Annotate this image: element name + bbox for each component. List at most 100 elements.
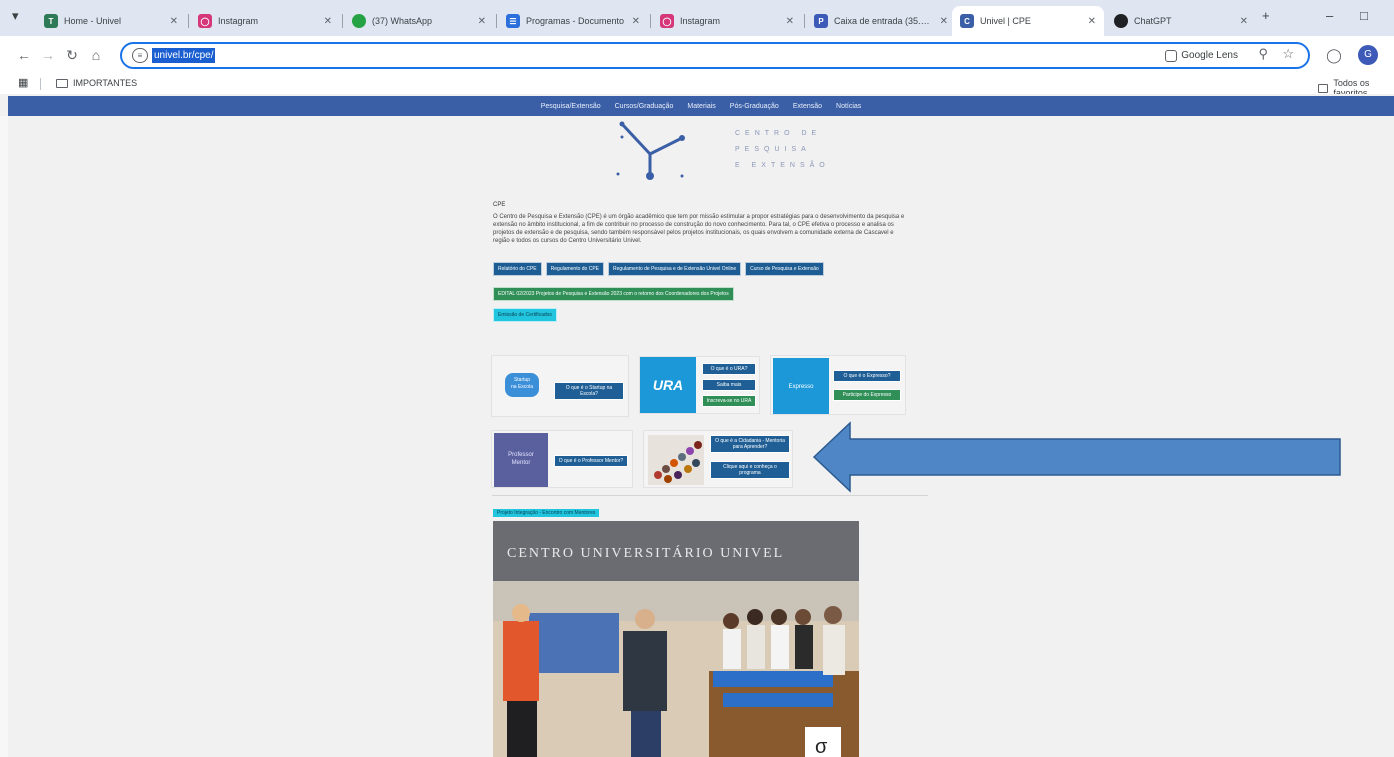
tab-search-icon[interactable]: ▾ xyxy=(12,8,19,24)
new-tab-icon[interactable]: + xyxy=(1262,8,1270,23)
ura-logo: URA xyxy=(640,357,696,413)
professor-mentor-logo: Professor Mentor xyxy=(494,433,548,487)
close-tab-icon[interactable]: ✕ xyxy=(940,16,948,27)
ura-saiba-mais-button[interactable]: Saiba mais xyxy=(702,379,756,391)
expresso-logo: Expresso xyxy=(773,358,829,414)
mail-favicon-icon: P xyxy=(814,14,828,28)
ura-info-button[interactable]: O que é o URA? xyxy=(702,363,756,375)
close-tab-icon[interactable]: ✕ xyxy=(632,16,640,27)
cidadania-card: O que é a Cidadania - Mentoria para Apre… xyxy=(643,430,793,488)
extensions-icon[interactable]: ◯ xyxy=(1324,45,1344,65)
regulamento-pesquisa-button[interactable]: Regulamento de Pesquisa e de Extensão Un… xyxy=(608,262,742,276)
google-lens-label: Google Lens xyxy=(1181,50,1238,61)
annotation-arrow-left-icon xyxy=(812,421,1341,493)
section-divider xyxy=(492,495,928,496)
site-nav-item[interactable]: Extensão xyxy=(793,103,822,110)
univel-cpe-favicon-icon: C xyxy=(960,14,974,28)
bookmark-star-icon[interactable]: ☆ xyxy=(1282,46,1294,62)
site-nav-item[interactable]: Pós-Graduação xyxy=(730,103,779,110)
bookmark-folder-importantes[interactable]: IMPORTANTES xyxy=(56,78,137,88)
minimize-window-icon[interactable]: – xyxy=(1326,8,1333,23)
edital-button[interactable]: EDITAL 02/2023 Projetos de Pesquisa e Ex… xyxy=(493,287,734,301)
web-page: Pesquisa/Extensão Cursos/Graduação Mater… xyxy=(0,94,1394,757)
close-tab-icon[interactable]: ✕ xyxy=(1240,16,1248,27)
expresso-card: Expresso O que é o Expresso? Participe d… xyxy=(770,355,906,415)
home-icon[interactable]: ⌂ xyxy=(86,45,106,65)
professor-mentor-card: Professor Mentor O que é o Professor Ment… xyxy=(491,430,633,488)
tab-title: Instagram xyxy=(218,16,259,26)
site-nav-item[interactable]: Notícias xyxy=(836,103,861,110)
folder-icon xyxy=(1318,83,1329,93)
bookmarks-bar: ▦ IMPORTANTES Todos os favoritos xyxy=(0,74,1394,98)
instagram-favicon-icon: ◯ xyxy=(660,14,674,28)
tab-chatgpt[interactable]: ChatGPT ✕ xyxy=(1106,6,1256,36)
tab-caixa-de-entrada[interactable]: P Caixa de entrada (35.251) - ✕ xyxy=(806,6,956,36)
docs-favicon-icon: ☰ xyxy=(506,14,520,28)
tab-title: (37) WhatsApp xyxy=(372,16,433,26)
tab-home-univel[interactable]: T Home - Univel ✕ xyxy=(36,6,186,36)
startup-info-button[interactable]: O que é o Startup na Escola? xyxy=(554,382,624,400)
browser-toolbar: ← → ↻ ⌂ ≡ univel.br/cpe/ Google Lens ⚲ ☆… xyxy=(0,36,1394,74)
photo-caption-tag: Projeto Integração - Encontro com Mentor… xyxy=(493,509,600,517)
edital-row: EDITAL 02/2023 Projetos de Pesquisa e Ex… xyxy=(493,287,734,301)
close-tab-icon[interactable]: ✕ xyxy=(324,16,332,27)
site-nav-bar: Pesquisa/Extensão Cursos/Graduação Mater… xyxy=(8,96,1394,116)
event-photo: CENTRO UNIVERSITÁRIO UNIVEL σ xyxy=(493,521,859,757)
tab-whatsapp[interactable]: (37) WhatsApp ✕ xyxy=(344,6,494,36)
expresso-participe-button[interactable]: Participe do Expresso xyxy=(833,389,901,401)
tab-title: ChatGPT xyxy=(1134,16,1172,26)
svg-text:σ: σ xyxy=(815,736,828,757)
people-collage-image xyxy=(648,435,704,485)
lens-icon xyxy=(1165,49,1178,62)
about-heading: CPE xyxy=(493,202,506,208)
close-tab-icon[interactable]: ✕ xyxy=(786,16,794,27)
curso-pesquisa-button[interactable]: Curso de Pesquisa e Extensão xyxy=(745,262,824,276)
tab-instagram[interactable]: ◯ Instagram ✕ xyxy=(190,6,340,36)
close-tab-icon[interactable]: ✕ xyxy=(170,16,178,27)
cidadania-info-button[interactable]: O que é a Cidadania - Mentoria para Apre… xyxy=(710,435,790,453)
back-icon[interactable]: ← xyxy=(14,45,34,65)
expresso-info-button[interactable]: O que é o Expresso? xyxy=(833,370,901,382)
profile-avatar[interactable]: G xyxy=(1358,45,1378,65)
relatorio-cpe-button[interactable]: Relatório do CPE xyxy=(493,262,542,276)
tab-title: Home - Univel xyxy=(64,16,122,26)
restore-window-icon[interactable]: □ xyxy=(1360,8,1368,23)
emissao-certificados-button[interactable]: Emissão de Certificados xyxy=(493,308,557,322)
whatsapp-favicon-icon xyxy=(352,14,366,28)
cpe-about-section: CPE O Centro de Pesquisa e Extensão (CPE… xyxy=(493,201,911,245)
site-nav-item[interactable]: Cursos/Graduação xyxy=(615,103,674,110)
bookmark-folder-label: IMPORTANTES xyxy=(73,78,138,88)
ura-card: URA O que é o URA? Saiba mais Inscreva-s… xyxy=(639,356,760,414)
tab-univel-cpe[interactable]: C Univel | CPE ✕ xyxy=(952,6,1104,36)
logo-text-line: PESQUISA xyxy=(735,146,811,153)
reload-icon[interactable]: ↻ xyxy=(62,45,82,65)
forward-icon[interactable]: → xyxy=(38,45,58,65)
ura-inscreva-button[interactable]: Inscreva-se no URA xyxy=(702,395,756,407)
close-tab-icon[interactable]: ✕ xyxy=(478,16,486,27)
cpe-links-row: Relatório do CPE Regulamento do CPE Regu… xyxy=(493,262,824,276)
browser-tab-strip: ▾ T Home - Univel ✕ ◯ Instagram ✕ (37) W… xyxy=(0,0,1394,36)
instagram-favicon-icon: ◯ xyxy=(198,14,212,28)
regulamento-cpe-button[interactable]: Regulamento do CPE xyxy=(545,262,605,276)
professor-mentor-info-button[interactable]: O que é o Professor Mentor? xyxy=(554,455,628,467)
url-text[interactable]: univel.br/cpe/ xyxy=(152,48,216,63)
tab-title: Programas - Documento xyxy=(526,16,625,26)
cidadania-programa-button[interactable]: Clique aqui e conheça o programa xyxy=(710,461,790,479)
tab-instagram-2[interactable]: ◯ Instagram ✕ xyxy=(652,6,802,36)
site-nav-item[interactable]: Materiais xyxy=(687,103,715,110)
tab-programas-documento[interactable]: ☰ Programas - Documento ✕ xyxy=(498,6,648,36)
google-lens-button[interactable]: Google Lens xyxy=(1165,47,1238,64)
cpe-logo xyxy=(616,121,685,180)
startup-card: Startup na Escola O que é o Startup na Es… xyxy=(491,355,629,417)
address-bar[interactable]: ≡ univel.br/cpe/ Google Lens ⚲ ☆ xyxy=(120,42,1310,69)
tab-title: Univel | CPE xyxy=(980,16,1031,26)
page-gutter xyxy=(0,116,8,757)
startup-logo: Startup na Escola xyxy=(505,373,539,397)
zoom-icon[interactable]: ⚲ xyxy=(1258,46,1268,62)
chatgpt-favicon-icon xyxy=(1114,14,1128,28)
folder-icon xyxy=(56,78,68,88)
site-settings-icon[interactable]: ≡ xyxy=(132,48,148,63)
apps-grid-icon[interactable]: ▦ xyxy=(18,77,30,89)
site-nav-item[interactable]: Pesquisa/Extensão xyxy=(541,103,601,110)
close-tab-icon[interactable]: ✕ xyxy=(1088,16,1096,27)
